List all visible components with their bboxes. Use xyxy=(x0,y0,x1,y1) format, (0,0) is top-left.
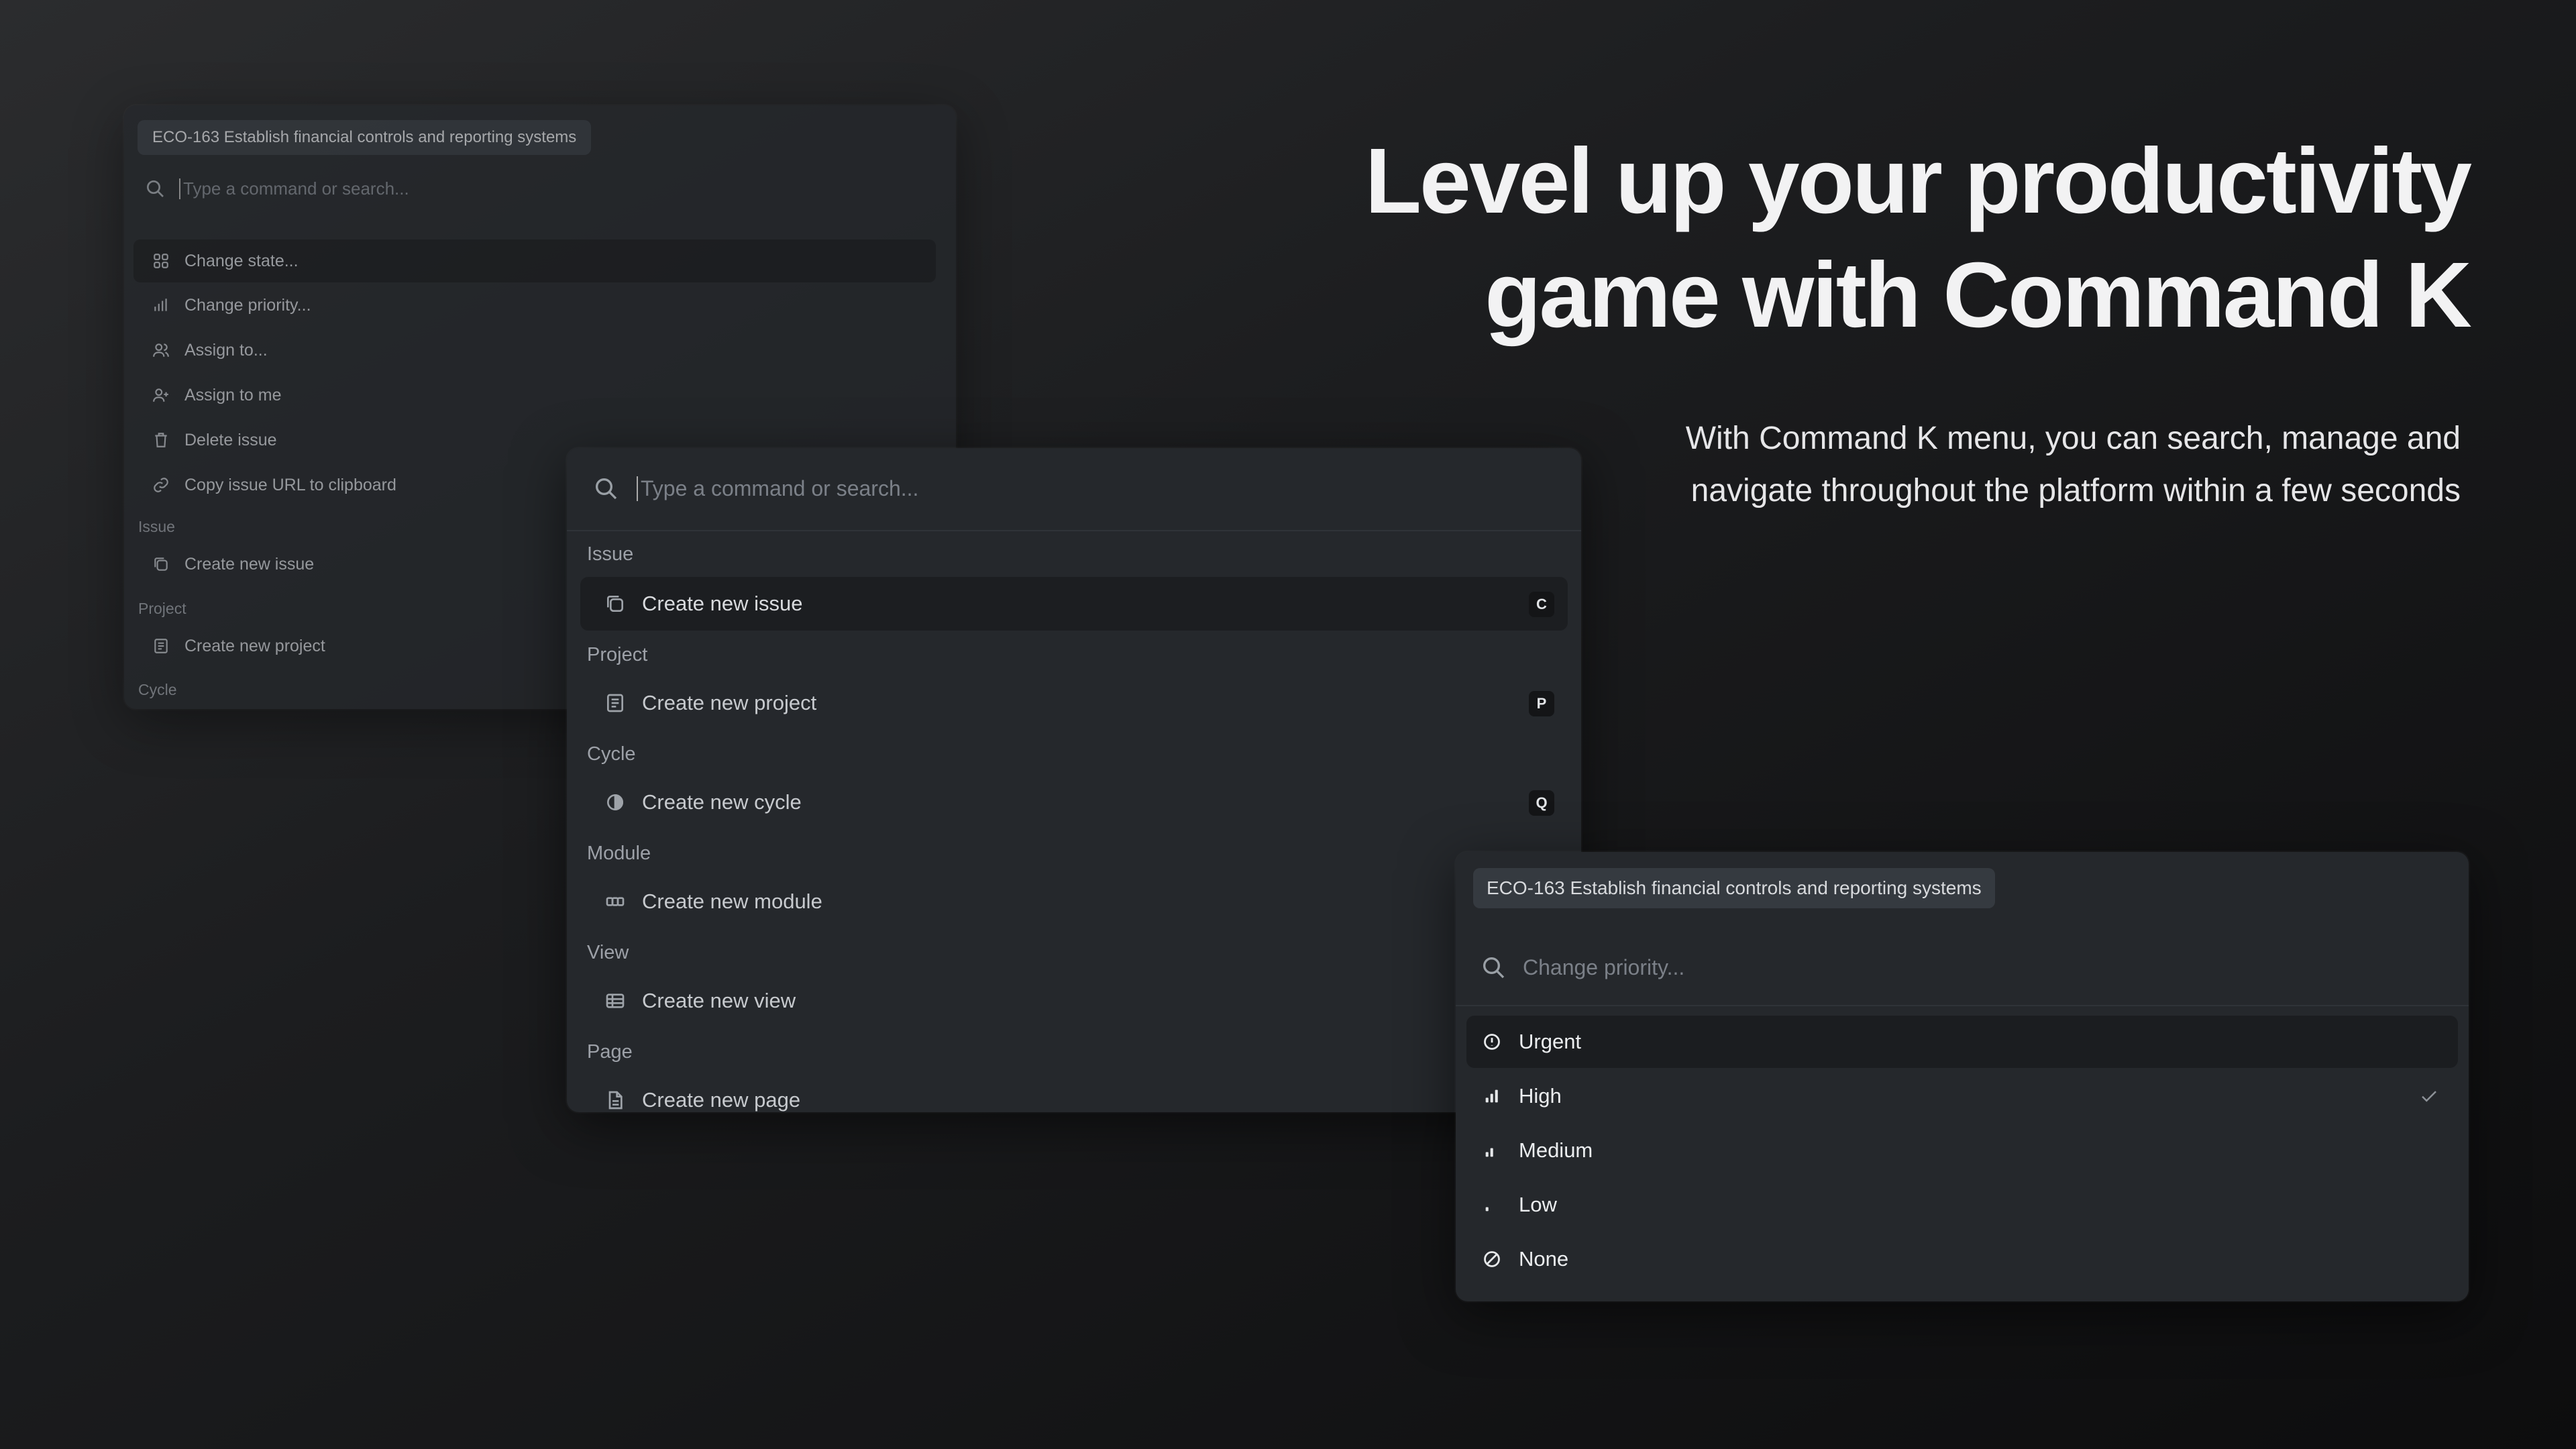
issue-chip: ECO-163 Establish financial controls and… xyxy=(138,120,591,155)
group-heading-issue: Issue xyxy=(138,518,175,536)
priority-label: Low xyxy=(1519,1193,1557,1217)
issue-chip: ECO-163 Establish financial controls and… xyxy=(1473,868,1995,908)
layers-icon xyxy=(152,555,170,573)
search-input[interactable]: Change priority... xyxy=(1523,955,1684,980)
menu-item-change-state[interactable]: Change state... xyxy=(133,239,936,282)
priority-picker: ECO-163 Establish financial controls and… xyxy=(1456,852,2469,1301)
ban-icon xyxy=(1483,1250,1501,1269)
grid-icon xyxy=(152,252,170,270)
group-heading-view: View xyxy=(587,942,629,964)
hero-subtitle-line: With Command K menu, you can search, man… xyxy=(1686,421,2461,456)
group-heading-cycle: Cycle xyxy=(138,681,177,699)
menu-item-label: Delete issue xyxy=(184,431,277,450)
menu-item-label: Copy issue URL to clipboard xyxy=(184,476,396,495)
menu-item-create-issue[interactable]: Create new issue C xyxy=(580,577,1568,631)
menu-item-label: Change priority... xyxy=(184,296,311,315)
menu-item-label: Create new project xyxy=(184,637,325,656)
contrast-icon xyxy=(604,792,626,813)
search-input[interactable]: Type a command or search... xyxy=(179,178,409,199)
menu-item-label: Create new project xyxy=(642,691,816,715)
search-icon xyxy=(1480,954,1507,981)
menu-item-label: Change state... xyxy=(184,252,299,271)
priority-label: None xyxy=(1519,1247,1568,1271)
hero-title: Level up your productivity game with Com… xyxy=(1330,124,2470,352)
module-icon xyxy=(604,891,626,912)
priority-label: Urgent xyxy=(1519,1030,1581,1054)
command-palette-main: Type a command or search... Issue Create… xyxy=(567,448,1581,1112)
priority-option-urgent[interactable]: Urgent xyxy=(1466,1016,2458,1068)
search-input[interactable]: Type a command or search... xyxy=(637,476,918,501)
menu-item-label: Create new view xyxy=(642,989,796,1013)
priority-option-low[interactable]: Low xyxy=(1466,1179,2458,1231)
menu-item-label: Create new issue xyxy=(184,555,314,574)
document-icon xyxy=(152,637,170,655)
signal-low-icon xyxy=(1483,1195,1501,1214)
table-icon xyxy=(604,990,626,1012)
signal-high-icon xyxy=(1483,1087,1501,1106)
hero-subtitle: With Command K menu, you can search, man… xyxy=(1589,413,2461,517)
search-bar[interactable]: Change priority... xyxy=(1480,932,1684,1002)
divider xyxy=(567,530,1581,531)
divider xyxy=(1456,1005,2469,1006)
signal-medium-icon xyxy=(1483,1141,1501,1160)
users-icon xyxy=(152,341,170,359)
menu-item-label: Assign to me xyxy=(184,386,282,405)
menu-item-label: Create new page xyxy=(642,1088,800,1112)
menu-item-create-view[interactable]: Create new view xyxy=(580,974,1568,1028)
user-plus-icon xyxy=(152,386,170,404)
page-icon xyxy=(604,1089,626,1111)
menu-item-label: Create new issue xyxy=(642,592,803,616)
priority-option-none[interactable]: None xyxy=(1466,1233,2458,1285)
search-icon xyxy=(592,475,619,502)
hero-title-line: Level up your productivity xyxy=(1365,129,2470,233)
menu-item-create-module[interactable]: Create new module xyxy=(580,875,1568,928)
group-heading-project: Project xyxy=(138,600,186,618)
search-bar[interactable]: Type a command or search... xyxy=(592,448,1558,529)
bar-chart-icon xyxy=(152,297,170,314)
group-heading-issue: Issue xyxy=(587,543,633,566)
menu-item-label: Create new cycle xyxy=(642,790,802,814)
menu-item-create-project[interactable]: Create new project P xyxy=(580,676,1568,730)
menu-item-label: Create new module xyxy=(642,890,822,914)
menu-item-assign-to[interactable]: Assign to... xyxy=(133,329,936,372)
search-icon xyxy=(144,178,166,199)
trash-icon xyxy=(152,431,170,449)
priority-label: Medium xyxy=(1519,1138,1593,1163)
group-heading-module: Module xyxy=(587,843,651,865)
group-heading-page: Page xyxy=(587,1041,633,1063)
shortcut-key: P xyxy=(1529,691,1554,716)
priority-option-medium[interactable]: Medium xyxy=(1466,1124,2458,1177)
menu-item-assign-to-me[interactable]: Assign to me xyxy=(133,374,936,417)
shortcut-key: C xyxy=(1529,592,1554,617)
menu-item-change-priority[interactable]: Change priority... xyxy=(133,284,936,327)
search-bar[interactable]: Type a command or search... xyxy=(144,178,409,199)
hero-subtitle-line: navigate throughout the platform within … xyxy=(1691,473,2461,508)
shortcut-key: Q xyxy=(1529,790,1554,816)
menu-item-create-page[interactable]: Create new page xyxy=(580,1073,1568,1112)
alert-circle-icon xyxy=(1483,1032,1501,1051)
menu-item-create-cycle[interactable]: Create new cycle Q xyxy=(580,775,1568,829)
priority-label: High xyxy=(1519,1084,1562,1108)
group-heading-project: Project xyxy=(587,644,647,666)
document-icon xyxy=(604,692,626,714)
link-icon xyxy=(152,476,170,494)
check-icon xyxy=(2419,1086,2439,1106)
hero-title-line: game with Command K xyxy=(1485,244,2470,347)
group-heading-cycle: Cycle xyxy=(587,743,636,765)
priority-option-high[interactable]: High xyxy=(1466,1070,2458,1122)
layers-icon xyxy=(604,593,626,614)
menu-item-label: Assign to... xyxy=(184,341,268,360)
